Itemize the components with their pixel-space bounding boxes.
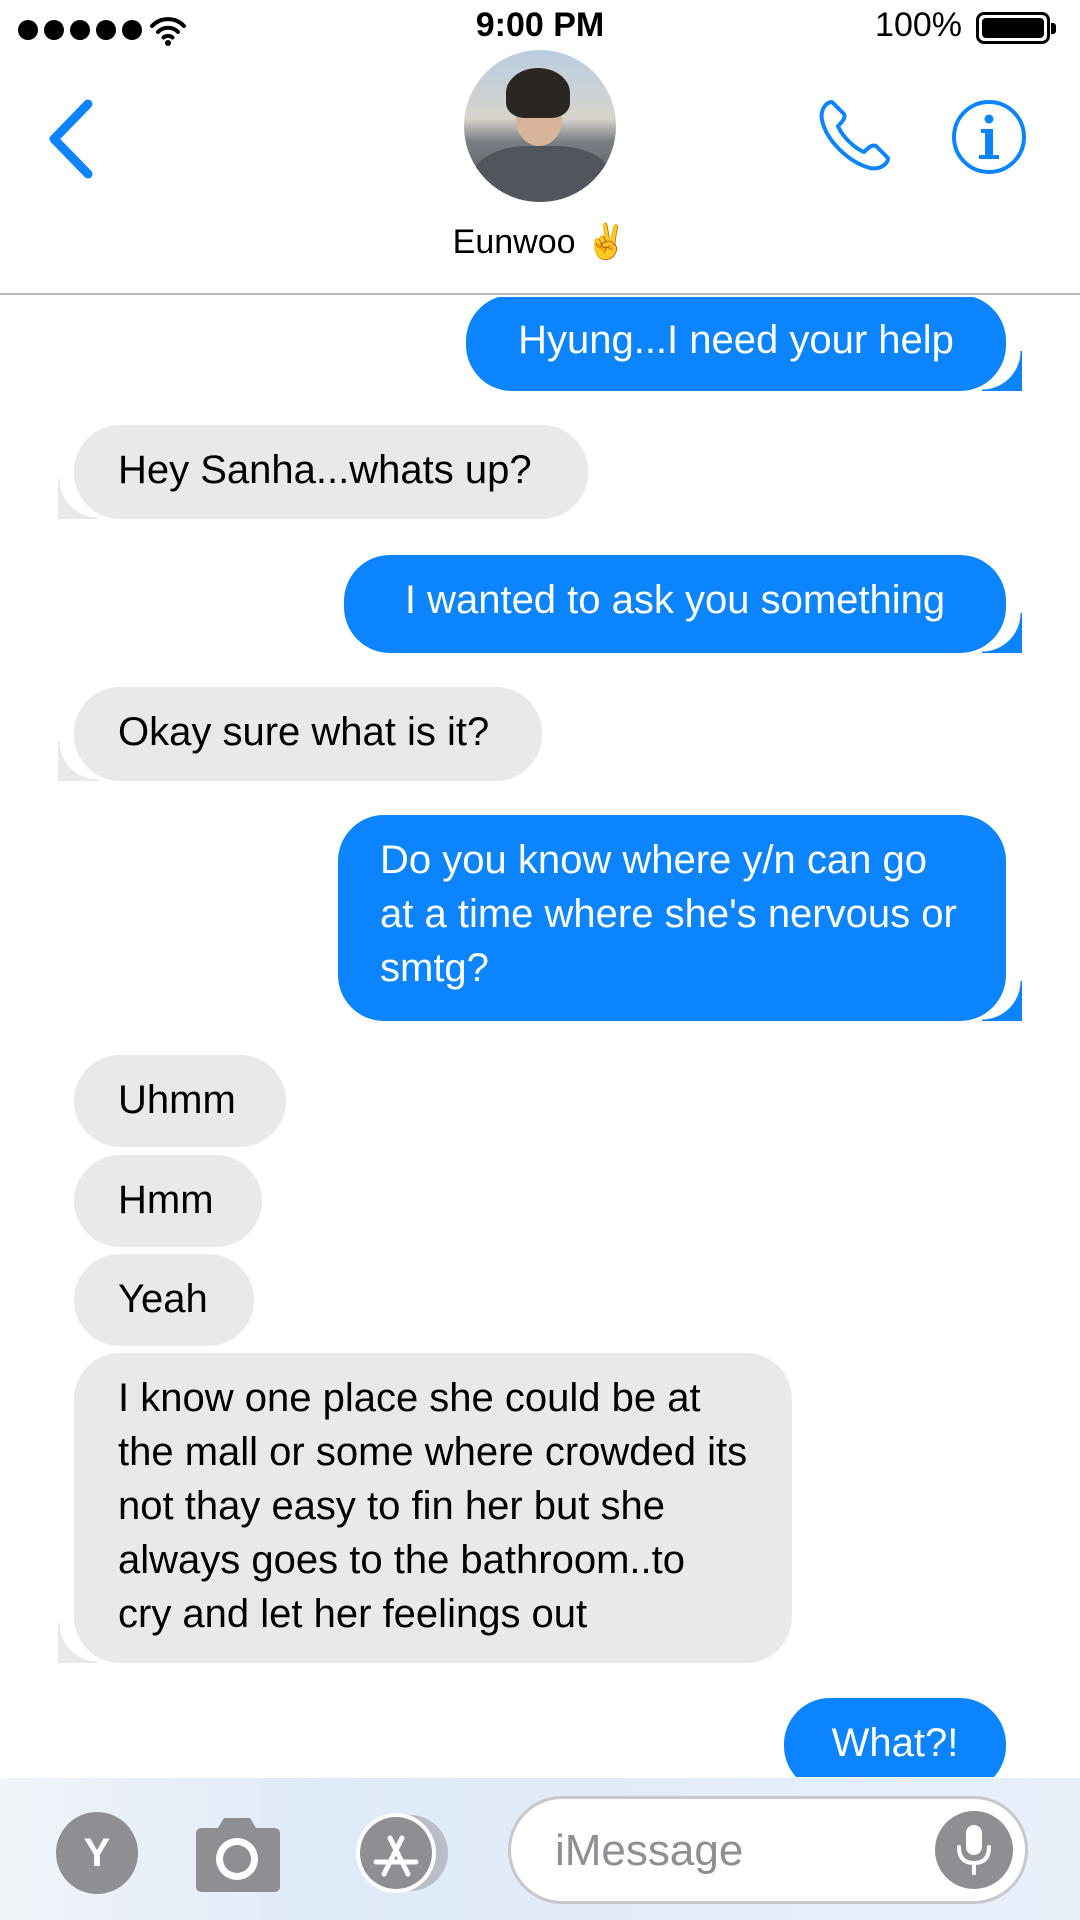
received-message[interactable]: Hmm xyxy=(74,1155,262,1247)
message-input[interactable] xyxy=(555,1821,915,1881)
received-message[interactable]: Hey Sanha...whats up? xyxy=(58,425,588,519)
message-thread[interactable]: Hyung...I need your help Hey Sanha...wha… xyxy=(0,297,1080,1777)
imessage-field[interactable] xyxy=(508,1796,1028,1904)
sent-message[interactable]: What?! xyxy=(784,1698,1006,1777)
sent-message[interactable]: Hyung...I need your help xyxy=(466,297,1022,391)
received-message[interactable]: I know one place she could be at the mal… xyxy=(58,1353,792,1663)
sent-message[interactable]: I wanted to ask you something xyxy=(344,555,1022,653)
contact-name[interactable]: Eunwoo ✌️ xyxy=(0,222,1080,262)
camera-icon[interactable] xyxy=(190,1812,282,1894)
received-message[interactable]: Yeah xyxy=(74,1254,254,1346)
received-message[interactable]: Okay sure what is it? xyxy=(58,687,542,781)
battery-percentage: 100% xyxy=(875,6,962,44)
conversation-header: Eunwoo ✌️ xyxy=(0,50,1080,295)
received-message[interactable]: Uhmm xyxy=(74,1055,286,1147)
chevron-left-icon[interactable] xyxy=(36,94,106,184)
contact-avatar[interactable] xyxy=(464,50,616,202)
battery-icon xyxy=(976,12,1056,44)
phone-icon[interactable] xyxy=(812,94,896,178)
microphone-icon[interactable] xyxy=(935,1811,1013,1889)
message-input-bar: Y xyxy=(0,1778,1080,1920)
status-bar: 9:00 PM 100% xyxy=(0,0,1080,54)
avatar-y[interactable]: Y xyxy=(56,1812,138,1894)
info-icon[interactable] xyxy=(950,98,1028,176)
sent-message[interactable]: Do you know where y/n can go at a time w… xyxy=(338,815,1022,1021)
app-store-icon[interactable] xyxy=(346,1812,458,1894)
